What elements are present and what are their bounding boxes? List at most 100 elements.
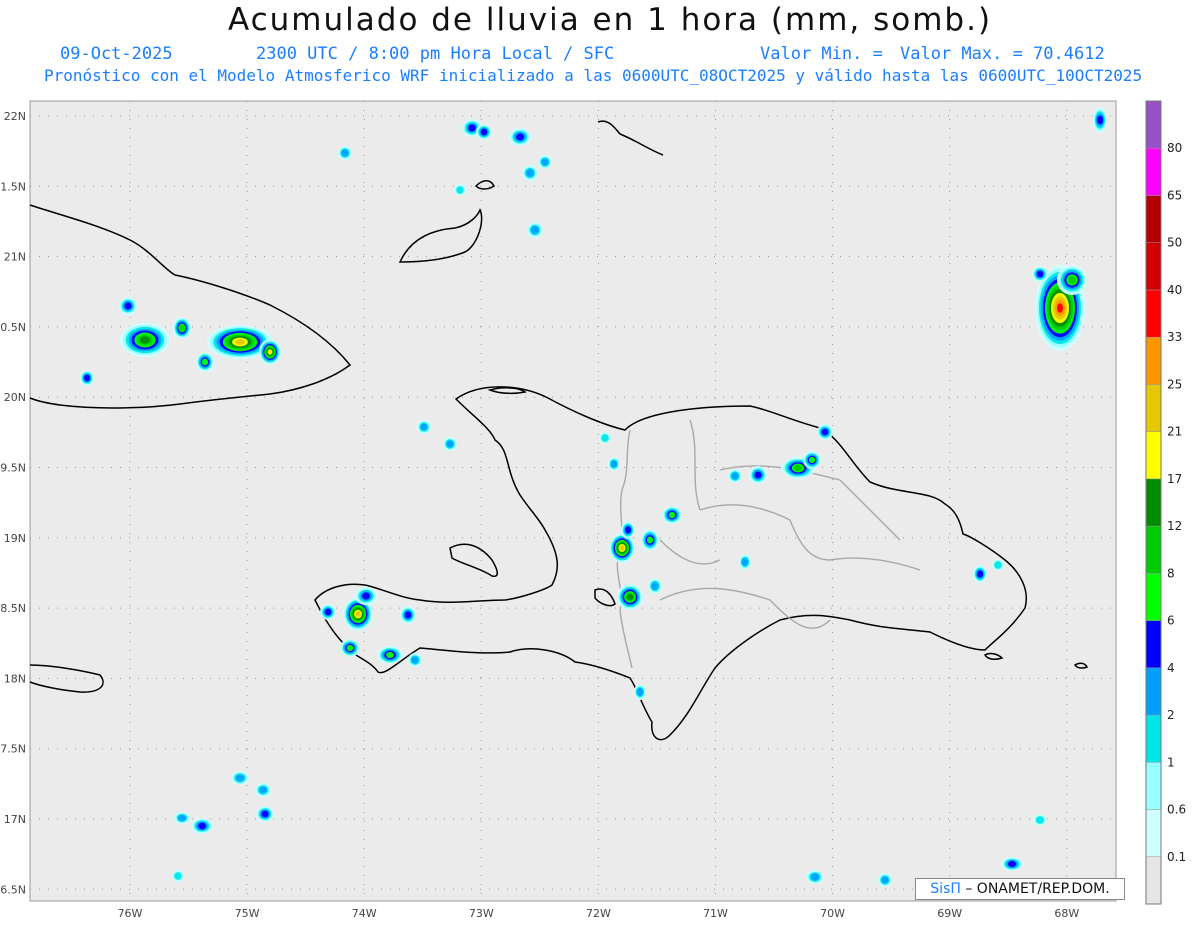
legend-label: 12 xyxy=(1167,519,1182,533)
rain-cell xyxy=(617,584,643,610)
legend-label: 2 xyxy=(1167,708,1175,722)
rain-cell xyxy=(621,521,635,539)
rain-cell xyxy=(191,818,213,834)
lat-label: 18.5N xyxy=(0,602,26,615)
legend-swatch xyxy=(1145,147,1162,196)
lat-label: 19N xyxy=(4,532,26,545)
legend-label: 65 xyxy=(1167,188,1182,202)
rain-cell xyxy=(641,529,659,551)
rain-cell xyxy=(662,506,682,524)
lat-label: 20.5N xyxy=(0,321,26,334)
lon-label: 75W xyxy=(235,907,260,920)
rain-cell xyxy=(634,684,646,700)
legend-label: 6 xyxy=(1167,614,1175,628)
lat-label: 17.5N xyxy=(0,743,26,756)
legend-swatch xyxy=(1145,667,1162,716)
rain-cell xyxy=(400,606,416,624)
legend-label: 40 xyxy=(1167,283,1182,297)
legend-label: 17 xyxy=(1167,472,1182,486)
legend-swatch xyxy=(1145,100,1162,149)
legend-label: 8 xyxy=(1167,566,1175,580)
legend-label: 1 xyxy=(1167,755,1175,769)
map-frame xyxy=(29,100,1117,902)
legend-swatch xyxy=(1145,762,1162,810)
rain-cell xyxy=(728,469,742,483)
rain-cell xyxy=(527,222,543,238)
legend-swatch xyxy=(1145,809,1162,858)
rain-cell xyxy=(817,424,833,440)
lat-label: 22N xyxy=(4,110,26,123)
rain-cell xyxy=(599,432,611,444)
legend-label: 4 xyxy=(1167,661,1175,675)
rain-cell xyxy=(806,870,824,884)
rain-cell xyxy=(522,165,538,181)
lon-label: 72W xyxy=(586,907,611,920)
lon-label: 69W xyxy=(937,907,962,920)
lon-label: 68W xyxy=(1054,907,1079,920)
sispi-logo: SisΠ xyxy=(930,881,961,897)
legend-swatch xyxy=(1145,573,1162,621)
lat-label: 19.5N xyxy=(0,462,26,475)
rain-cell xyxy=(173,317,191,339)
rain-cell xyxy=(408,653,422,667)
legend-label: 0.6 xyxy=(1167,803,1186,817)
rain-cell xyxy=(648,578,662,594)
rain-cell xyxy=(80,370,94,386)
rainfall-map: 22N 21.5N 21N 20.5N 20N 19.5N 19N 18.5N 18N 17.5N… xyxy=(0,100,1186,920)
lat-label: 21N xyxy=(4,251,26,264)
rain-cell xyxy=(172,870,184,882)
lon-label: 70W xyxy=(820,907,845,920)
rain-cell xyxy=(338,146,352,160)
legend-swatch xyxy=(1145,336,1162,385)
legend-swatch xyxy=(1145,384,1162,432)
legend-swatch xyxy=(1145,525,1162,574)
rain-cell xyxy=(1093,107,1107,133)
rain-cell xyxy=(476,124,492,140)
legend-swatch xyxy=(1145,856,1162,905)
legend-swatch xyxy=(1145,620,1162,669)
rain-cell xyxy=(992,559,1004,571)
lon-label: 76W xyxy=(118,907,143,920)
rain-cell xyxy=(803,451,821,469)
credit-box: SisΠ – ONAMET/REP.DOM. xyxy=(915,878,1125,900)
rain-cell xyxy=(608,457,620,471)
rain-cell xyxy=(320,604,336,620)
rain-cell xyxy=(417,420,431,434)
lat-label: 20N xyxy=(4,391,26,404)
lat-label: 18N xyxy=(4,672,26,685)
rain-cell xyxy=(259,339,281,365)
rain-cell xyxy=(973,565,987,583)
rain-cell xyxy=(120,323,170,357)
longitude-labels: 76W 75W 74W 73W 72W 71W 70W 69W 68W xyxy=(118,907,1080,920)
rain-cell xyxy=(256,806,274,822)
legend-label: 33 xyxy=(1167,330,1182,344)
legend-swatch xyxy=(1145,242,1162,291)
rain-cell xyxy=(119,297,137,315)
lat-label: 21.5N xyxy=(0,180,26,193)
legend-label: 0.1 xyxy=(1167,850,1186,864)
legend-label: 21 xyxy=(1167,425,1182,439)
lon-label: 71W xyxy=(703,907,728,920)
legend-swatch xyxy=(1145,478,1162,527)
legend-swatch xyxy=(1145,431,1162,480)
rain-cell xyxy=(443,437,457,451)
latitude-labels: 22N 21.5N 21N 20.5N 20N 19.5N 19N 18.5N 18N 17.5N… xyxy=(0,110,26,896)
rain-cell xyxy=(1032,266,1048,282)
rain-cell xyxy=(355,587,377,605)
rain-cell xyxy=(454,184,466,196)
rain-cell xyxy=(340,639,360,657)
rain-cell xyxy=(231,771,249,785)
rain-cell xyxy=(509,128,531,146)
lon-label: 73W xyxy=(469,907,494,920)
rain-cell xyxy=(1033,814,1047,826)
legend-swatch xyxy=(1145,714,1162,763)
legend-swatch xyxy=(1145,289,1162,338)
legend-swatch xyxy=(1145,195,1162,243)
lat-label: 17N xyxy=(4,813,26,826)
rain-cell xyxy=(878,873,892,887)
rain-cell xyxy=(739,554,751,570)
credit-text: – ONAMET/REP.DOM. xyxy=(965,881,1110,897)
lon-label: 74W xyxy=(352,907,377,920)
legend-label: 50 xyxy=(1167,236,1182,250)
lat-label: 16.5N xyxy=(0,883,26,896)
